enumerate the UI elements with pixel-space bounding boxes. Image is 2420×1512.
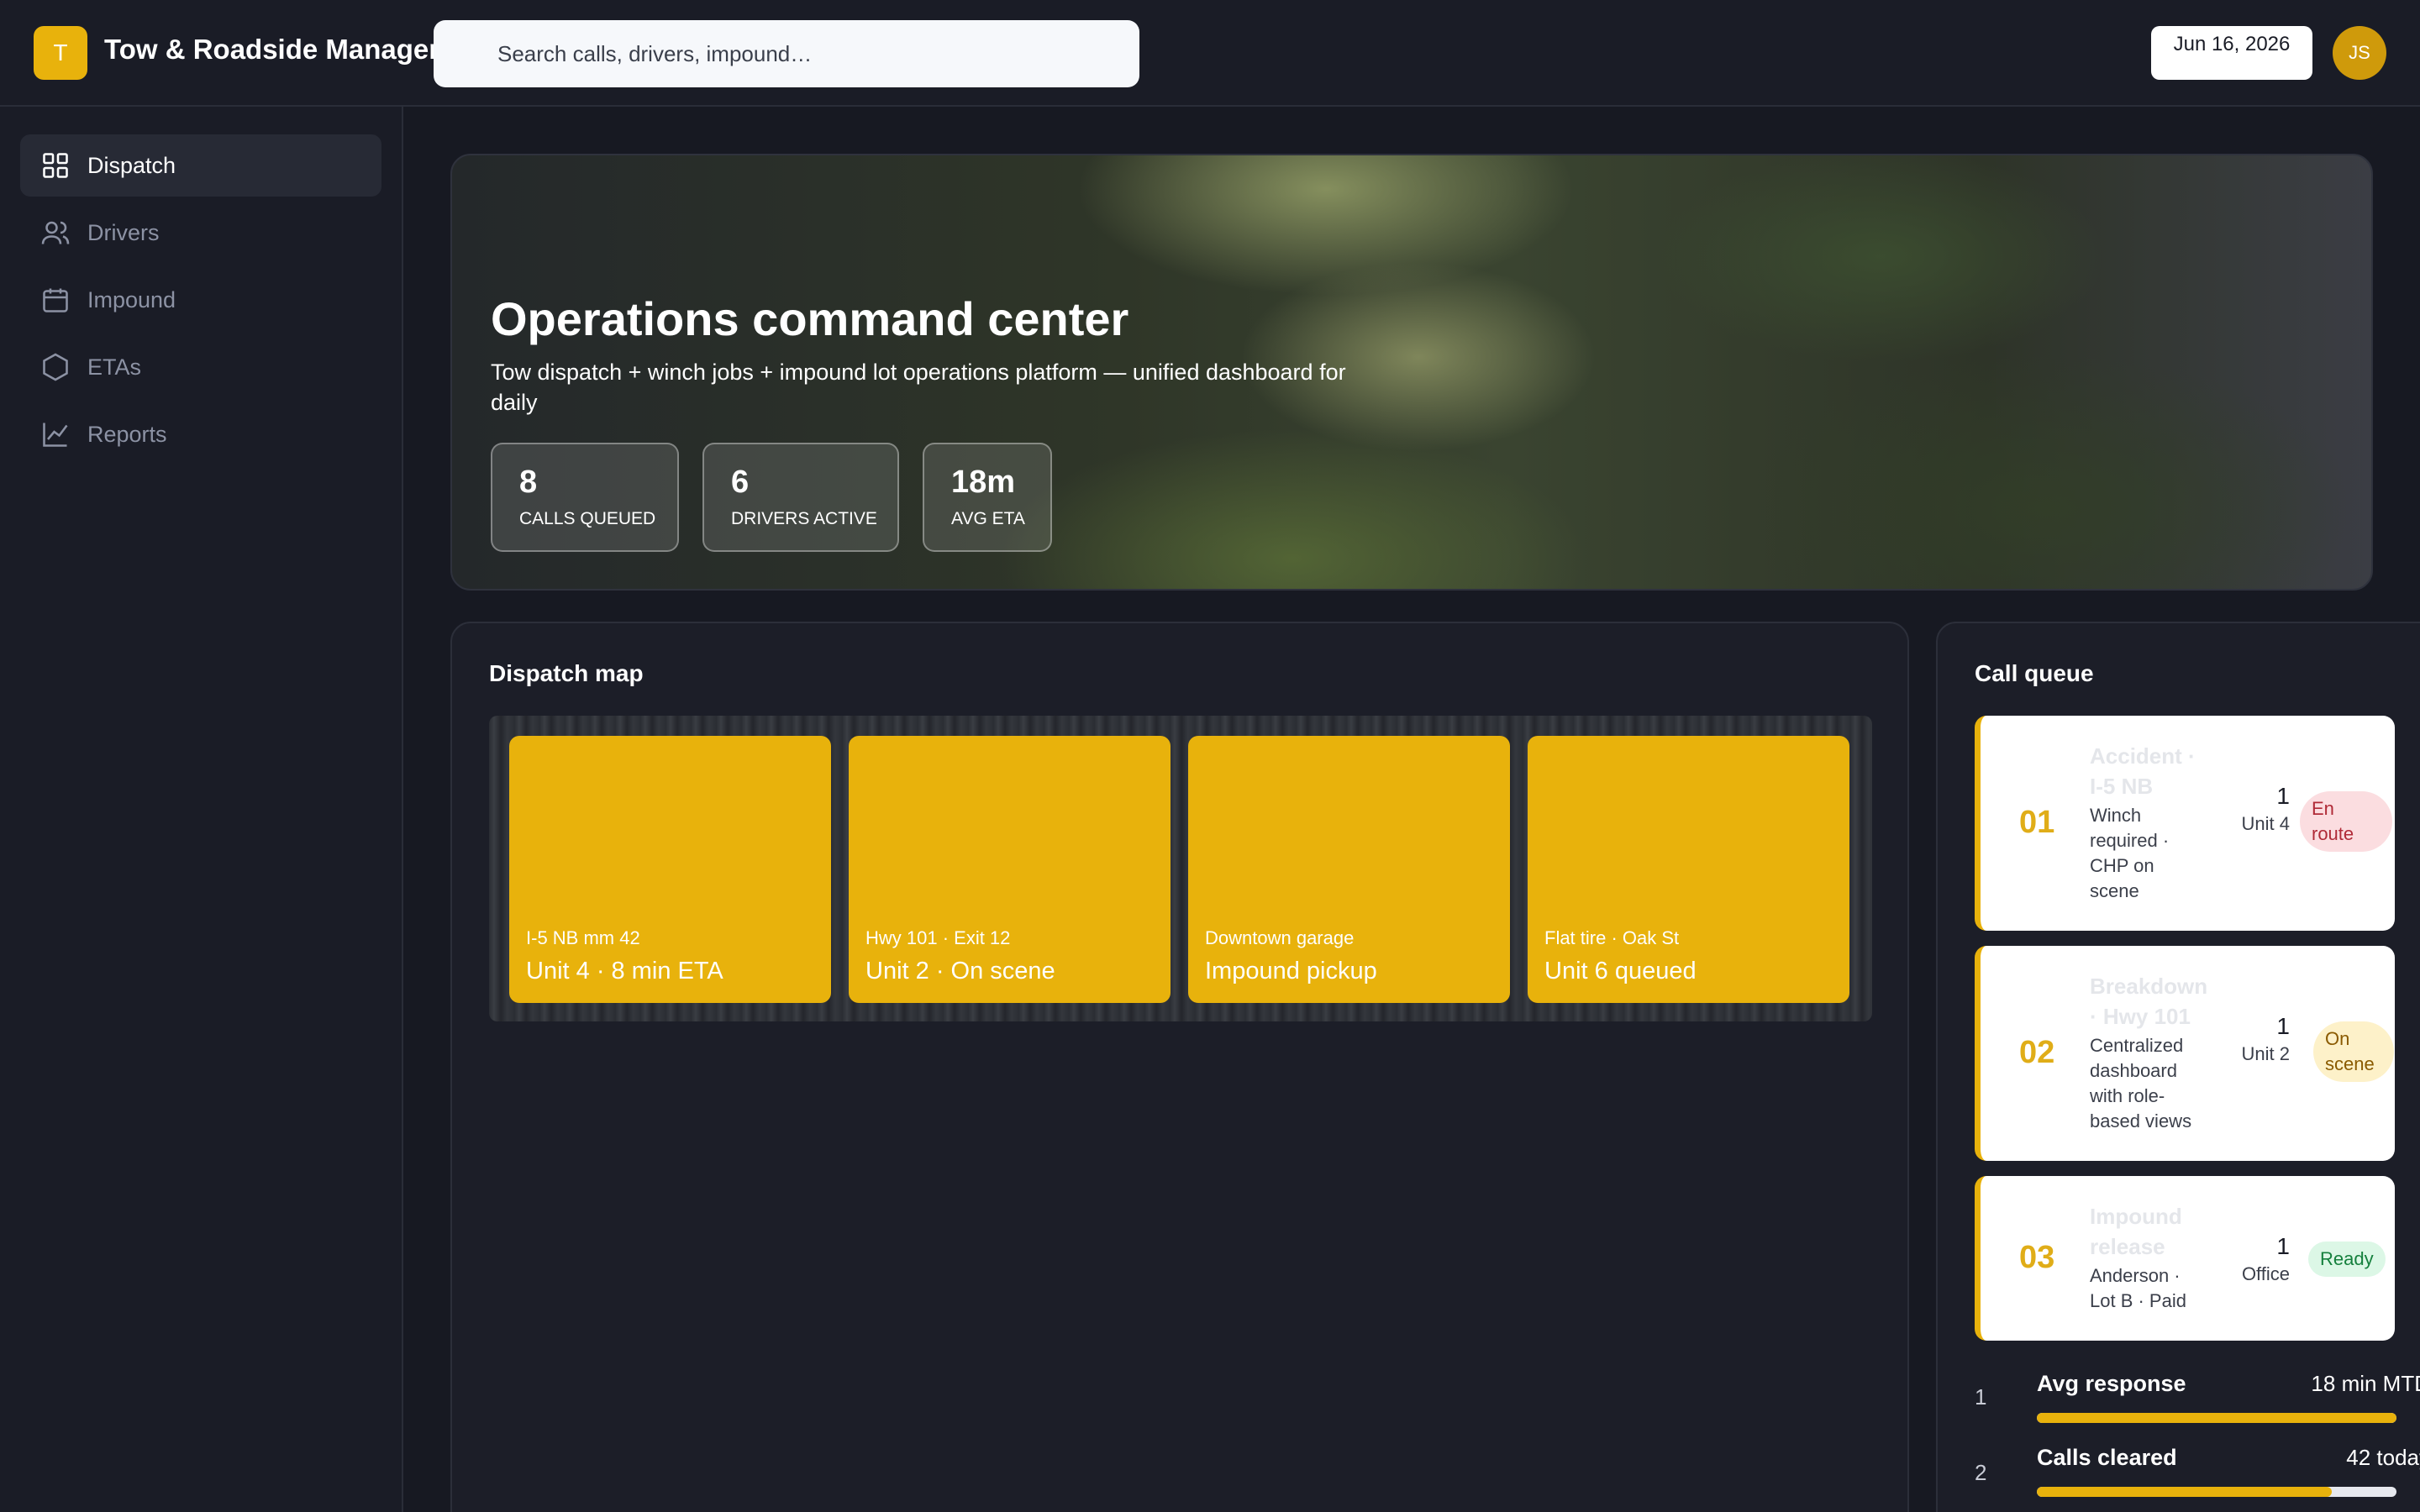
map-card-location: I-5 NB mm 42 [526,927,640,948]
dispatch-map[interactable]: I-5 NB mm 42 Unit 4 · 8 min ETA Hwy 101 … [489,716,1872,1021]
status-badge: En route [2300,791,2392,852]
dispatch-map-title: Dispatch map [489,660,644,686]
metric-value: 42 today [2346,1445,2420,1470]
app-logo-letter: T [53,39,68,66]
stat-label: AVG ETA [951,509,1025,528]
metric-rank: 1 [1975,1384,1987,1410]
queue-item-title: Accident · I-5 NB [2090,743,2196,799]
sidebar-item-reports[interactable]: Reports [20,403,381,465]
date-picker[interactable]: Jun 16, 2026 [2151,26,2312,80]
stat-avg-eta: 18m AVG ETA [923,443,1052,552]
queue-item-number: 01 [2019,805,2055,840]
queue-item[interactable]: 01 Accident · I-5 NB Winch required · CH… [1975,716,2395,931]
queue-item[interactable]: 03 Impound release Anderson · Lot B · Pa… [1975,1176,2395,1341]
status-badge: Ready [2308,1242,2386,1277]
stat-value: 6 [731,465,750,500]
sidebar-item-etas[interactable]: ETAs [20,336,381,398]
call-queue-title: Call queue [1975,660,2094,686]
sidebar-item-label: Dispatch [87,152,176,178]
map-card-status: Unit 6 queued [1544,958,1697,984]
sidebar-item-label: Reports [87,421,167,447]
sidebar-item-label: Drivers [87,219,160,245]
app-title: Tow & Roadside Manager [104,34,440,65]
metric-value: 18 min MTD [2311,1371,2420,1396]
sidebar-item-dispatch[interactable]: Dispatch [20,134,381,197]
calendar-icon [40,285,71,315]
metric-progress-fill [2037,1487,2332,1497]
queue-item-number: 03 [2019,1240,2055,1275]
sidebar-item-label: Impound [87,286,176,312]
map-card-status: Unit 2 · On scene [865,958,1055,984]
queue-item-unit: Unit 2 [2241,1043,2290,1064]
queue-item-count: 1 [2276,783,2290,809]
sidebar-item-label: ETAs [87,354,142,380]
map-card-impound-pickup[interactable]: Downtown garage Impound pickup [1188,736,1510,1003]
map-card-location: Flat tire · Oak St [1544,927,1680,948]
users-icon [40,218,71,248]
metric-rank: 2 [1975,1460,1987,1485]
sidebar-item-impound[interactable]: Impound [20,269,381,331]
call-queue-panel: Call queue 01 Accident · I-5 NB Winch re… [1936,622,2420,1512]
stat-label: DRIVERS ACTIVE [731,509,877,528]
top-bar: T Tow & Roadside Manager Jun 16, 2026 JS [0,0,2420,107]
sidebar: Dispatch Drivers Impound ETAs Reports [0,107,403,1512]
map-card-location: Downtown garage [1205,927,1355,948]
hexagon-icon [40,352,71,382]
queue-item-description: Centralized dashboard with role-based vi… [2090,1035,2192,1131]
grid-icon [40,150,71,181]
hero-banner: Operations command center Tow dispatch +… [450,154,2373,591]
map-card-status: Unit 4 · 8 min ETA [526,958,723,984]
metric-progress-bar [2037,1413,2396,1423]
dispatch-map-panel: Dispatch map I-5 NB mm 42 Unit 4 · 8 min… [450,622,1909,1512]
map-card-unit-2[interactable]: Hwy 101 · Exit 12 Unit 2 · On scene [849,736,1171,1003]
stat-value: 18m [951,465,1016,500]
stat-value: 8 [519,465,538,500]
map-card-unit-4[interactable]: I-5 NB mm 42 Unit 4 · 8 min ETA [509,736,831,1003]
map-card-location: Hwy 101 · Exit 12 [865,927,1011,948]
stat-calls-queued: 8 CALLS QUEUED [491,443,679,552]
sidebar-item-drivers[interactable]: Drivers [20,202,381,264]
queue-item-number: 02 [2019,1035,2055,1070]
map-card-unit-6[interactable]: Flat tire · Oak St Unit 6 queued [1528,736,1849,1003]
metric-label: Calls cleared [2037,1445,2177,1470]
metric-progress-bar [2037,1487,2396,1497]
queue-item-title: Breakdown · Hwy 101 [2090,974,2208,1029]
queue-item[interactable]: 02 Breakdown · Hwy 101 Centralized dashb… [1975,946,2395,1161]
map-card-status: Impound pickup [1205,958,1377,984]
search-input[interactable] [434,20,1139,87]
app-logo[interactable]: T [34,26,87,80]
metric-progress-fill [2037,1413,2396,1423]
queue-item-description: Anderson · Lot B · Paid [2090,1265,2186,1311]
stat-label: CALLS QUEUED [519,509,656,528]
queue-item-unit: Office [2241,1263,2290,1284]
queue-item-unit: Unit 4 [2241,813,2290,834]
queue-item-count: 1 [2276,1013,2290,1039]
user-avatar[interactable]: JS [2333,26,2386,80]
queue-item-count: 1 [2276,1233,2290,1259]
avatar-initials: JS [2349,42,2370,63]
line-chart-icon [40,419,71,449]
queue-item-description: Winch required · CHP on scene [2090,805,2170,901]
queue-item-title: Impound release [2090,1204,2182,1259]
metric-label: Avg response [2037,1371,2186,1396]
status-badge: On scene [2313,1021,2394,1082]
page-subtitle: Tow dispatch + winch jobs + impound lot … [491,360,1346,415]
stat-drivers-active: 6 DRIVERS ACTIVE [702,443,899,552]
page-title: Operations command center [491,292,1129,345]
